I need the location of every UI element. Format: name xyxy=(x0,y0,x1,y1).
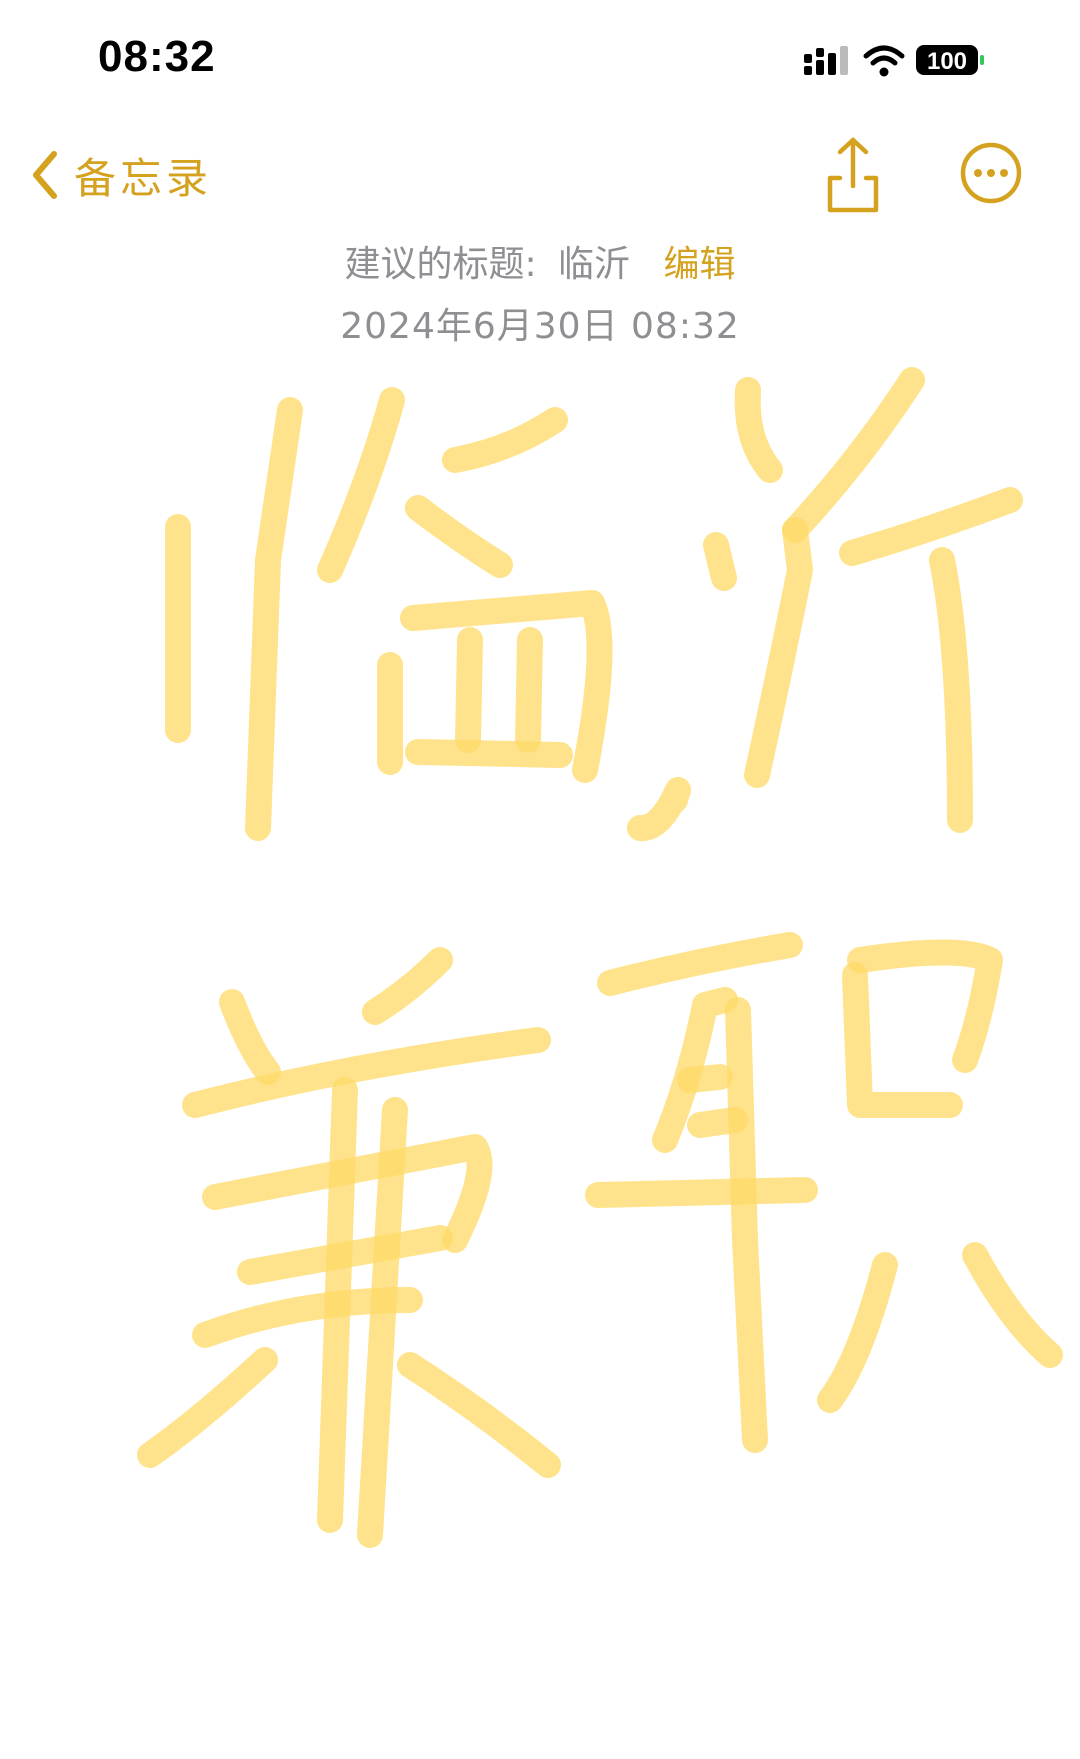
battery-level: 100 xyxy=(927,48,967,75)
more-button[interactable] xyxy=(958,140,1024,206)
handwritten-character-3 xyxy=(137,947,561,1548)
note-header: 建议的标题: 临沂 编辑 2024年6月30日 08:32 xyxy=(0,240,1080,352)
note-date: 2024年6月30日 08:32 xyxy=(340,306,740,347)
nav-bar: 备忘录 xyxy=(0,120,1080,230)
suggested-title-row: 建议的标题: 临沂 编辑 xyxy=(0,240,1080,290)
status-bar: 08:32 100 xyxy=(0,0,1080,120)
suggested-title-value: 临沂 xyxy=(558,244,631,285)
status-time: 08:32 xyxy=(98,32,216,81)
handwritten-character-1 xyxy=(165,387,613,841)
handwritten-character-2 xyxy=(627,367,1023,841)
edit-title-button[interactable]: 编辑 xyxy=(664,244,736,285)
suggested-title-label: 建议的标题: xyxy=(344,244,537,285)
back-button[interactable]: 备忘录 xyxy=(30,140,212,210)
back-label: 备忘录 xyxy=(74,153,213,203)
share-icon xyxy=(827,137,879,213)
cellular-signal-icon xyxy=(804,46,848,75)
ellipsis-circle-icon xyxy=(960,142,1022,204)
chevron-left-icon xyxy=(33,151,57,199)
share-button[interactable] xyxy=(820,134,886,214)
handwritten-character-4 xyxy=(585,932,1063,1453)
battery-icon: 100 xyxy=(916,45,984,75)
status-icons: 100 xyxy=(804,45,984,77)
wifi-icon xyxy=(863,45,905,77)
